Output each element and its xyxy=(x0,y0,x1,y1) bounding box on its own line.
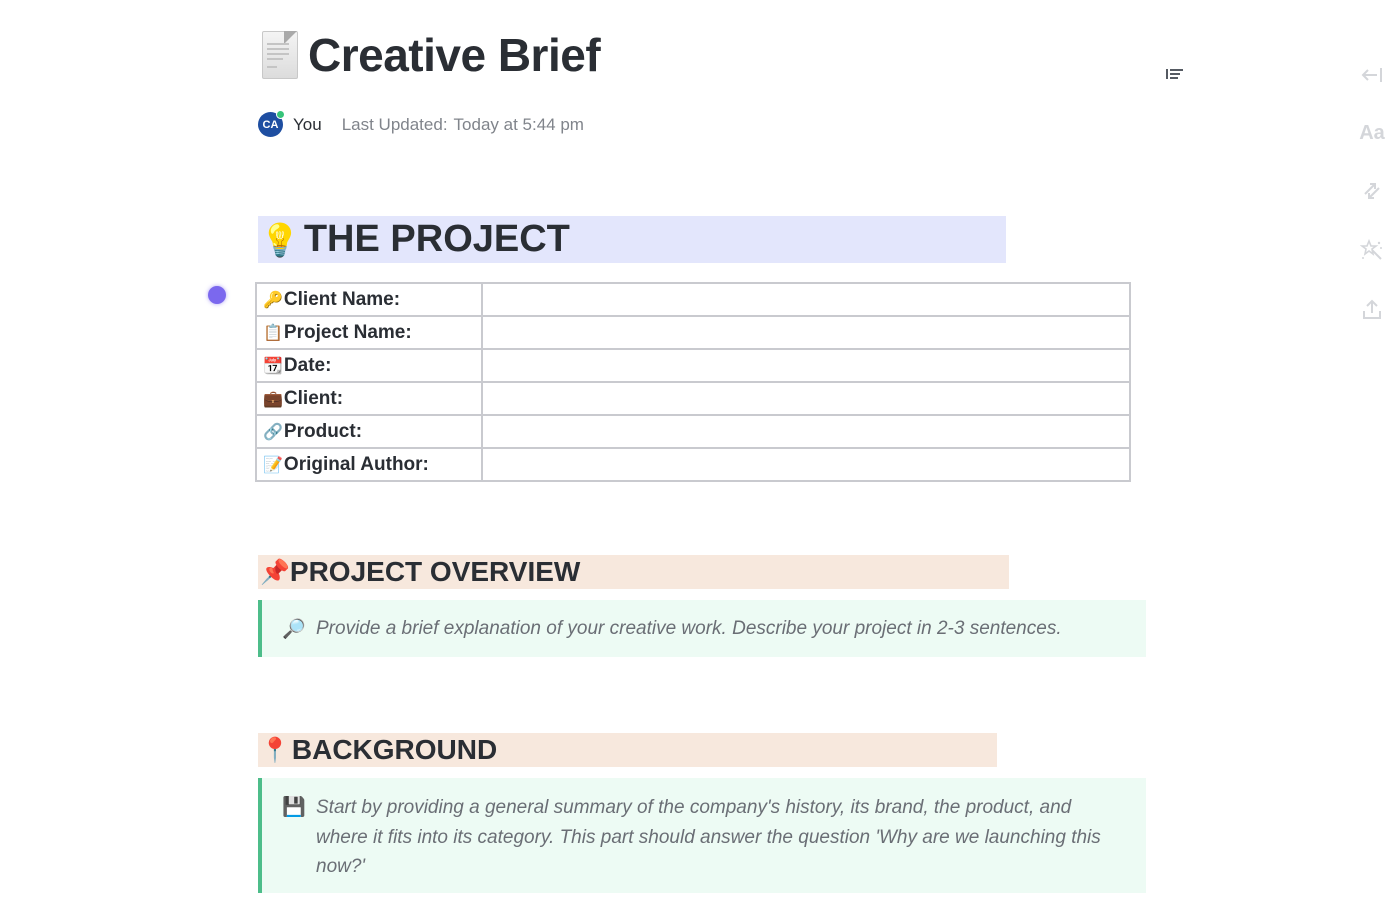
lightbulb-icon: 💡 xyxy=(260,221,300,258)
section-heading-text: BACKGROUND xyxy=(291,734,498,765)
table-row: 🔗 Product: xyxy=(255,414,1131,449)
row-value-cell[interactable] xyxy=(481,348,1131,383)
section-heading-text: PROJECT OVERVIEW xyxy=(289,556,581,587)
table-row: 📋 Project Name: xyxy=(255,315,1131,350)
memo-icon: 📝 xyxy=(263,456,283,474)
table-row: 📆 Date: xyxy=(255,348,1131,383)
row-label-cell[interactable]: 💼 Client: xyxy=(255,381,483,416)
calendar-icon: 📆 xyxy=(263,357,283,375)
section-heading-project-overview[interactable]: 📌 PROJECT OVERVIEW xyxy=(258,555,1009,589)
callout-text: Start by providing a general summary of … xyxy=(316,797,1101,877)
pushpin-icon: 📌 xyxy=(260,558,290,586)
callout-background[interactable]: 💾 Start by providing a general summary o… xyxy=(258,778,1146,893)
row-value-cell[interactable] xyxy=(481,315,1131,350)
briefcase-icon: 💼 xyxy=(263,390,283,408)
row-label-cell[interactable]: 🔗 Product: xyxy=(255,414,483,449)
last-updated-label: Last Updated: xyxy=(341,114,448,134)
row-label-text: Date: xyxy=(283,354,332,376)
section-heading-background[interactable]: 📍 BACKGROUND xyxy=(258,733,997,767)
link-icon: 🔗 xyxy=(263,423,283,441)
row-value-cell[interactable] xyxy=(481,447,1131,482)
typography-icon[interactable]: Aa xyxy=(1355,118,1389,148)
online-status-indicator xyxy=(276,110,285,119)
block-drag-handle[interactable] xyxy=(208,286,226,304)
row-label-cell[interactable]: 📝 Original Author: xyxy=(255,447,483,482)
round-pushpin-icon: 📍 xyxy=(260,736,290,764)
row-label: 💼 Client: xyxy=(263,388,475,410)
ai-magic-wand-icon[interactable] xyxy=(1355,235,1389,265)
row-value-cell[interactable] xyxy=(481,414,1131,449)
magnifying-glass-icon: 🔎 xyxy=(282,618,306,640)
table-row: 💼 Client: xyxy=(255,381,1131,416)
row-label: 📋 Project Name: xyxy=(263,322,475,344)
clipboard-icon: 📋 xyxy=(263,324,283,342)
page-title[interactable]: Creative Brief xyxy=(308,28,601,82)
table-of-contents-icon[interactable] xyxy=(1165,66,1185,82)
section-heading-the-project[interactable]: 💡 THE PROJECT xyxy=(258,216,1006,263)
section-heading-text: THE PROJECT xyxy=(303,218,570,260)
meta-row: CA You Last Updated: Today at 5:44 pm xyxy=(258,110,584,137)
document-page: Creative Brief CA You Last Updated: Toda… xyxy=(0,0,1400,919)
row-value-cell[interactable] xyxy=(481,381,1131,416)
table-row: 📝 Original Author: xyxy=(255,447,1131,482)
row-label: 📝 Original Author: xyxy=(263,454,475,476)
key-icon: 🔑 xyxy=(263,291,283,309)
row-value-cell[interactable] xyxy=(481,282,1131,317)
row-label-text: Original Author: xyxy=(283,453,429,475)
row-label-text: Product: xyxy=(283,420,363,442)
share-export-icon[interactable] xyxy=(1355,295,1389,325)
author-name: You xyxy=(293,114,322,134)
collapse-panel-icon[interactable] xyxy=(1355,60,1389,90)
sync-icon[interactable] xyxy=(1355,176,1389,206)
title-row: Creative Brief xyxy=(258,28,601,82)
row-label: 🔗 Product: xyxy=(263,421,475,443)
row-label: 🔑 Client Name: xyxy=(263,289,475,311)
floppy-disk-icon: 💾 xyxy=(282,797,306,818)
row-label-cell[interactable]: 📆 Date: xyxy=(255,348,483,383)
callout-text: Provide a brief explanation of your crea… xyxy=(316,617,1062,639)
row-label-text: Project Name: xyxy=(283,321,412,343)
row-label-text: Client: xyxy=(283,387,344,409)
avatar[interactable]: CA xyxy=(258,110,285,137)
row-label-cell[interactable]: 📋 Project Name: xyxy=(255,315,483,350)
avatar-initials: CA xyxy=(262,118,279,131)
row-label-cell[interactable]: 🔑 Client Name: xyxy=(255,282,483,317)
project-info-table: 🔑 Client Name: 📋 Project Name: 📆 Date: 💼 Client… xyxy=(255,282,1131,482)
row-label: 📆 Date: xyxy=(263,355,475,377)
row-label-text: Client Name: xyxy=(283,288,401,310)
document-page-icon xyxy=(258,29,302,81)
last-updated-value: Today at 5:44 pm xyxy=(453,114,584,134)
callout-project-overview[interactable]: 🔎 Provide a brief explanation of your cr… xyxy=(258,600,1146,657)
table-row: 🔑 Client Name: xyxy=(255,282,1131,317)
